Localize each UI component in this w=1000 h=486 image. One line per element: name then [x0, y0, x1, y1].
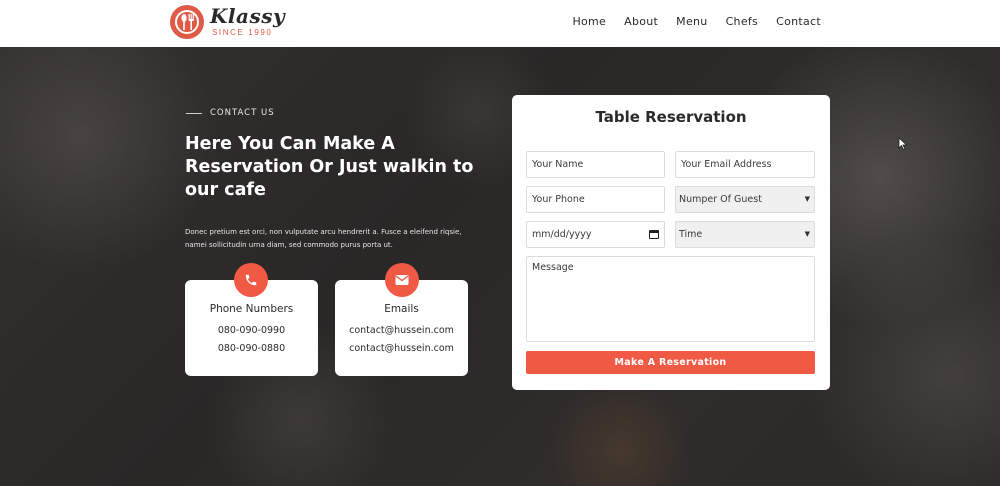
phone-number: 080-090-0990	[217, 325, 286, 336]
name-input[interactable]: Your Name	[526, 151, 665, 178]
form-title: Table Reservation	[595, 108, 747, 126]
brand-name: Klassy	[210, 4, 286, 28]
phone-icon	[234, 263, 268, 297]
eyebrow-line	[186, 112, 202, 114]
reservation-form: Table Reservation Your Name Your Email A…	[512, 95, 830, 390]
nav-item-home[interactable]: Home	[572, 15, 606, 28]
calendar-icon[interactable]	[649, 230, 659, 239]
section-headline: Here You Can Make A Reservation Or Just …	[185, 134, 474, 200]
site-header: Klassy SINCE 1990 Home About Menu Chefs …	[0, 0, 1000, 47]
nav-item-menu[interactable]: Menu	[676, 15, 707, 28]
make-reservation-button[interactable]: Make A Reservation	[526, 351, 815, 374]
nav-item-about[interactable]: About	[624, 15, 658, 28]
section-description: Donec pretium est orci, non vulputate ar…	[185, 228, 462, 249]
date-input[interactable]: mm/dd/yyyy	[526, 221, 665, 248]
logo-icon	[170, 5, 204, 39]
reservation-section: CONTACT US Here You Can Make A Reservati…	[0, 47, 1000, 486]
email-card-title: Emails	[384, 303, 419, 315]
nav-item-contact[interactable]: Contact	[776, 15, 821, 28]
date-input-value: mm/dd/yyyy	[532, 229, 592, 240]
time-select[interactable]: Time ▼	[675, 221, 815, 248]
envelope-icon	[385, 263, 419, 297]
guests-select-value: Numper Of Guest	[679, 194, 762, 205]
section-eyebrow: CONTACT US	[186, 108, 275, 118]
guests-select[interactable]: Numper Of Guest ▼	[675, 186, 815, 213]
phone-number: 080-090-0880	[217, 343, 286, 354]
chevron-down-icon: ▼	[804, 230, 810, 238]
email-address: contact@hussein.com	[349, 325, 454, 336]
brand-tagline: SINCE 1990	[212, 28, 273, 37]
email-input[interactable]: Your Email Address	[675, 151, 815, 178]
time-select-value: Time	[679, 229, 703, 240]
mouse-cursor-icon	[898, 137, 908, 151]
email-address: contact@hussein.com	[349, 343, 454, 354]
phone-input[interactable]: Your Phone	[526, 186, 665, 213]
main-nav: Home About Menu Chefs Contact	[572, 15, 821, 28]
phone-card-title: Phone Numbers	[209, 303, 294, 315]
message-textarea[interactable]: Message	[526, 256, 815, 342]
eyebrow-label: CONTACT US	[210, 108, 275, 118]
chevron-down-icon: ▼	[804, 195, 810, 203]
logo[interactable]: Klassy SINCE 1990	[170, 4, 285, 40]
nav-item-chefs[interactable]: Chefs	[726, 15, 759, 28]
